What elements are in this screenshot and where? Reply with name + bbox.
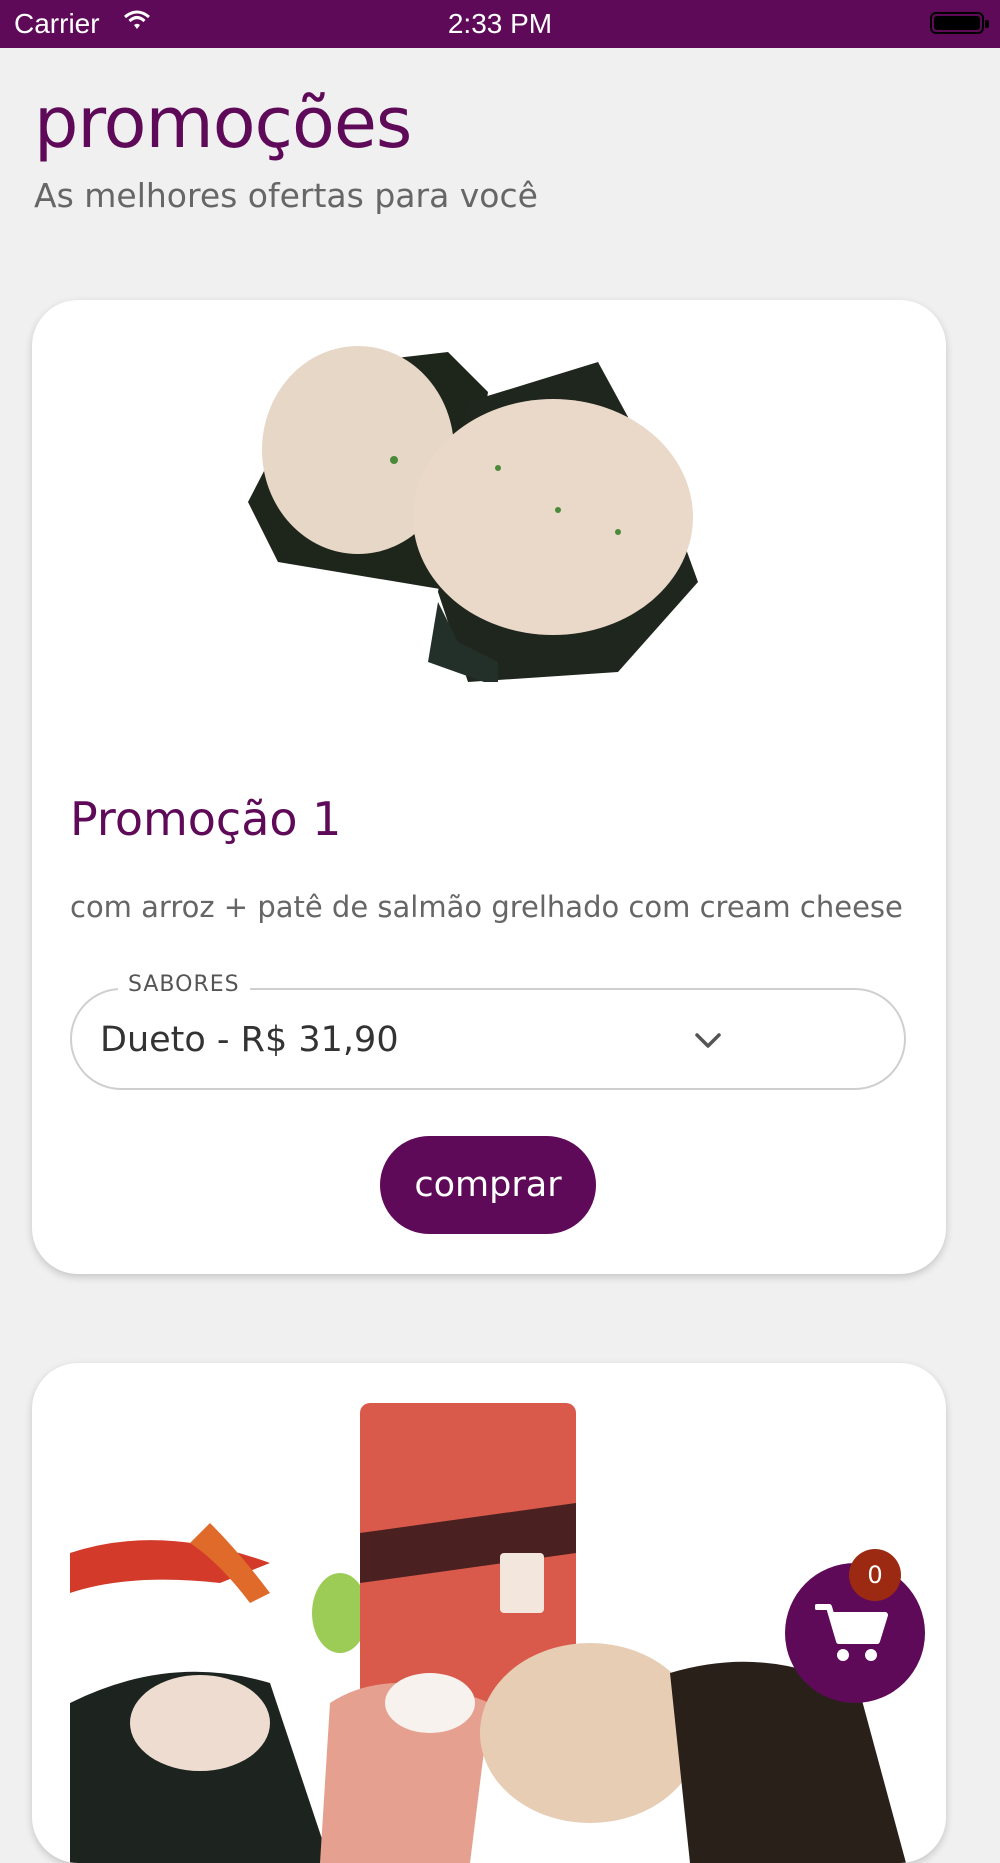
chevron-down-icon: [695, 1033, 721, 1048]
flavor-select[interactable]: SABORES Dueto - R$ 31,90: [70, 972, 906, 1090]
cart-count-badge: 0: [849, 1549, 901, 1601]
promo-title: Promoção 1: [70, 792, 342, 846]
promo-description: com arroz + patê de salmão grelhado com …: [70, 890, 903, 924]
page-title: promoções: [34, 82, 412, 164]
buy-button[interactable]: comprar: [380, 1136, 596, 1234]
battery-icon: [930, 12, 989, 34]
sushi-temaki-photo: [198, 342, 798, 682]
promo-card: Promoção 1 com arroz + patê de salmão gr…: [32, 300, 946, 1274]
flavor-select-value: Dueto - R$ 31,90: [100, 1020, 399, 1060]
status-bar: Carrier 2:33 PM: [0, 0, 1000, 48]
cart-icon: [815, 1604, 888, 1661]
flavor-select-label: SABORES: [118, 972, 250, 997]
page-subtitle: As melhores ofertas para você: [34, 176, 538, 215]
status-time: 2:33 PM: [447, 8, 553, 39]
cart-button[interactable]: 0: [785, 1549, 925, 1703]
sushi-and-soda-photo: [70, 1403, 906, 1863]
